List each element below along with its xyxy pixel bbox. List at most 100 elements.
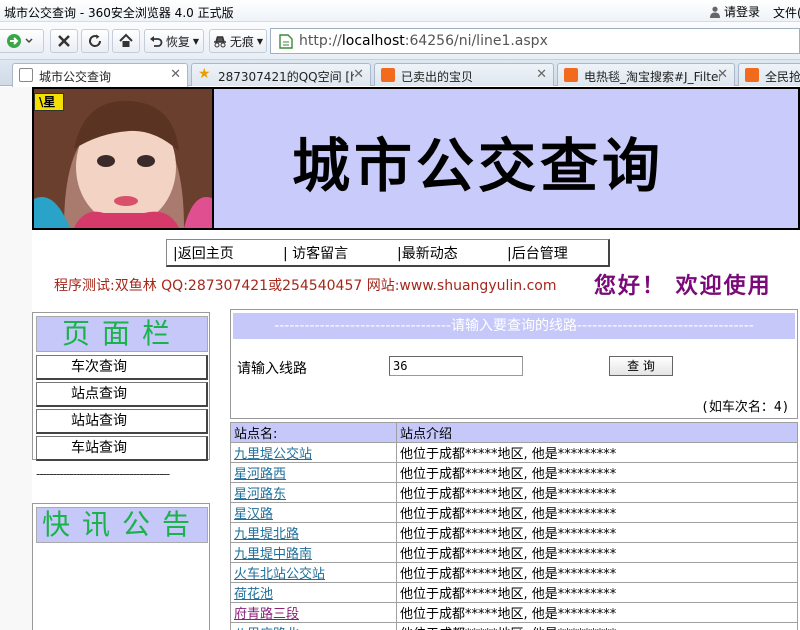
window-title: 城市公交查询 - 360安全浏览器 4.0 正式版 bbox=[4, 6, 234, 20]
station-name-cell: 荷花池 bbox=[230, 582, 397, 603]
sidebar-item-bus-at-stop[interactable]: 车站查询 bbox=[36, 436, 208, 461]
station-intro-cell: 他位于成都*****地区, 他是********* bbox=[396, 622, 798, 630]
station-intro-cell: 他位于成都*****地区, 他是********* bbox=[396, 442, 798, 463]
chevron-down-icon: ▼ bbox=[192, 36, 200, 46]
welcome-marquee: 您好！ 欢迎使用 bbox=[594, 273, 772, 299]
station-link[interactable]: 府青路三段 bbox=[234, 607, 299, 622]
tab-bar: 城市公交查询 ✕ ★ 287307421的QQ空间 [htt... ✕ 已卖出的… bbox=[0, 60, 800, 144]
refresh-button[interactable] bbox=[81, 29, 109, 53]
tab-label: 电热毯_淘宝搜索#J_Filter bbox=[584, 70, 720, 84]
close-icon[interactable]: ✕ bbox=[717, 67, 728, 82]
main-nav: |返回主页 | 访客留言 |最新动态 |后台管理 bbox=[166, 239, 610, 267]
station-link[interactable]: 星河路东 bbox=[234, 487, 286, 502]
station-name-cell: 星汉路 bbox=[230, 502, 397, 523]
arrow-right-icon bbox=[7, 34, 33, 48]
taobao-icon bbox=[564, 68, 578, 82]
page-icon bbox=[19, 68, 33, 82]
url-prefix: http:// bbox=[299, 33, 342, 49]
table-row: 八里庄路北他位于成都*****地区, 他是********* bbox=[230, 622, 798, 630]
close-icon[interactable]: ✕ bbox=[170, 67, 181, 82]
address-bar[interactable]: http://localhost:64256/ni/line1.aspx bbox=[270, 28, 800, 54]
station-name-cell: 九里堤北路 bbox=[230, 522, 397, 543]
tab-group-buy[interactable]: 全民抢购 bbox=[738, 63, 800, 86]
station-intro-cell: 他位于成都*****地区, 他是********* bbox=[396, 502, 798, 523]
station-link[interactable]: 星汉路 bbox=[234, 507, 273, 522]
menu-file[interactable]: 文件( bbox=[773, 4, 800, 21]
notice-title: 快讯公告 bbox=[36, 507, 208, 543]
sidebar-item-stop-query[interactable]: 站点查询 bbox=[36, 382, 208, 407]
station-name-cell: 星河路东 bbox=[230, 482, 397, 503]
query-header: -----------------------------------请输入要查… bbox=[233, 313, 795, 339]
query-panel: -----------------------------------请输入要查… bbox=[230, 309, 798, 419]
incognito-button[interactable]: 无痕 ▼ bbox=[209, 29, 267, 53]
incognito-icon bbox=[213, 36, 226, 48]
station-link[interactable]: 九里堤北路 bbox=[234, 527, 299, 542]
address-url: http://localhost:64256/ni/line1.aspx bbox=[299, 33, 548, 49]
login-link[interactable]: 请登录 bbox=[710, 3, 760, 20]
tab-sold-items[interactable]: 已卖出的宝贝 ✕ bbox=[374, 63, 554, 86]
taobao-icon bbox=[745, 68, 759, 82]
table-row: 荷花池 他位于成都*****地区, 他是********* bbox=[230, 582, 798, 603]
close-icon[interactable]: ✕ bbox=[536, 67, 547, 82]
site-banner: \星 城市公交查询 bbox=[32, 87, 800, 230]
route-input[interactable] bbox=[389, 356, 523, 376]
refresh-icon bbox=[89, 34, 102, 47]
page-title: 城市公交查询 bbox=[292, 132, 665, 200]
stop-button[interactable] bbox=[50, 29, 78, 53]
nav-guestbook[interactable]: | 访客留言 bbox=[283, 243, 348, 263]
tab-label: 已卖出的宝贝 bbox=[401, 70, 474, 84]
table-row: 火车北站公交站 他位于成都*****地区, 他是********* bbox=[230, 562, 798, 583]
tab-bus-query[interactable]: 城市公交查询 ✕ bbox=[12, 63, 188, 87]
table-row: 府青路三段 他位于成都*****地区, 他是********* bbox=[230, 602, 798, 623]
station-intro-cell: 他位于成都*****地区, 他是********* bbox=[396, 542, 798, 563]
incognito-label: 无痕 bbox=[229, 34, 254, 49]
forward-button[interactable] bbox=[0, 29, 44, 53]
page-icon bbox=[279, 34, 293, 49]
star-icon: ★ bbox=[198, 66, 211, 82]
nav-home[interactable]: |返回主页 bbox=[173, 243, 234, 263]
stations-table: 站点名: 站点介绍 九里堤公交站 他位于成都*****地区, 他是********… bbox=[230, 422, 798, 630]
sidebar-item-station-to-station[interactable]: 站站查询 bbox=[36, 409, 208, 434]
tab-label: 城市公交查询 bbox=[39, 70, 112, 84]
station-link[interactable]: 九里堤公交站 bbox=[234, 447, 312, 462]
user-icon bbox=[710, 6, 720, 18]
sidebar-item-train-query[interactable]: 车次查询 bbox=[36, 355, 208, 380]
tab-label: 全民抢购 bbox=[765, 70, 800, 84]
avatar-photo: \星 bbox=[34, 89, 214, 228]
col-station-intro: 站点介绍 bbox=[396, 422, 798, 443]
station-link[interactable]: 荷花池 bbox=[234, 587, 273, 602]
sidebar-title: 页面栏 bbox=[36, 316, 208, 352]
station-intro-cell: 他位于成都*****地区, 他是********* bbox=[396, 562, 798, 583]
query-hint: (如车次名：4) bbox=[701, 400, 790, 415]
table-body: 九里堤公交站 他位于成都*****地区, 他是********* 星河路西 他位于成都… bbox=[230, 442, 798, 630]
page-container: \星 城市公交查询 |返回主页 | 访客留言 |最新动态 |后台管理 程序测试:… bbox=[32, 87, 800, 630]
station-intro-cell: 他位于成都*****地区, 他是********* bbox=[396, 462, 798, 483]
page-viewport: \星 城市公交查询 |返回主页 | 访客留言 |最新动态 |后台管理 程序测试:… bbox=[0, 87, 800, 630]
sidebar-menu: 页面栏 车次查询 站点查询 站站查询 车站查询 bbox=[32, 312, 210, 461]
station-intro-cell: 他位于成都*****地区, 他是********* bbox=[396, 602, 798, 623]
avatar-tag: \星 bbox=[34, 93, 64, 111]
station-name-cell: 火车北站公交站 bbox=[230, 562, 397, 583]
close-icon[interactable]: ✕ bbox=[353, 67, 364, 82]
query-button[interactable]: 查 询 bbox=[609, 356, 673, 376]
table-row: 星汉路 他位于成都*****地区, 他是********* bbox=[230, 502, 798, 523]
nav-admin[interactable]: |后台管理 bbox=[507, 243, 568, 263]
table-row: 星河路东 他位于成都*****地区, 他是********* bbox=[230, 482, 798, 503]
station-link[interactable]: 星河路西 bbox=[234, 467, 286, 482]
table-row: 九里堤公交站 他位于成都*****地区, 他是********* bbox=[230, 442, 798, 463]
station-link[interactable]: 九里堤中路南 bbox=[234, 547, 312, 562]
station-intro-cell: 他位于成都*****地区, 他是********* bbox=[396, 522, 798, 543]
station-name-cell: 九里堤中路南 bbox=[230, 542, 397, 563]
tab-taobao-search[interactable]: 电热毯_淘宝搜索#J_Filter ✕ bbox=[557, 63, 735, 86]
tab-label: 287307421的QQ空间 [htt... bbox=[218, 70, 354, 84]
tab-qq-zone[interactable]: ★ 287307421的QQ空间 [htt... ✕ bbox=[191, 63, 371, 86]
station-link[interactable]: 火车北站公交站 bbox=[234, 567, 325, 582]
restore-label: 恢复 bbox=[165, 34, 190, 49]
table-row: 九里堤中路南 他位于成都*****地区, 他是********* bbox=[230, 542, 798, 563]
station-name-cell: 府青路三段 bbox=[230, 602, 397, 623]
table-row: 星河路西 他位于成都*****地区, 他是********* bbox=[230, 462, 798, 483]
restore-button[interactable]: 恢复 ▼ bbox=[144, 29, 204, 53]
url-host: localhost bbox=[341, 33, 405, 49]
nav-news[interactable]: |最新动态 bbox=[397, 243, 458, 263]
home-button[interactable] bbox=[112, 29, 140, 53]
